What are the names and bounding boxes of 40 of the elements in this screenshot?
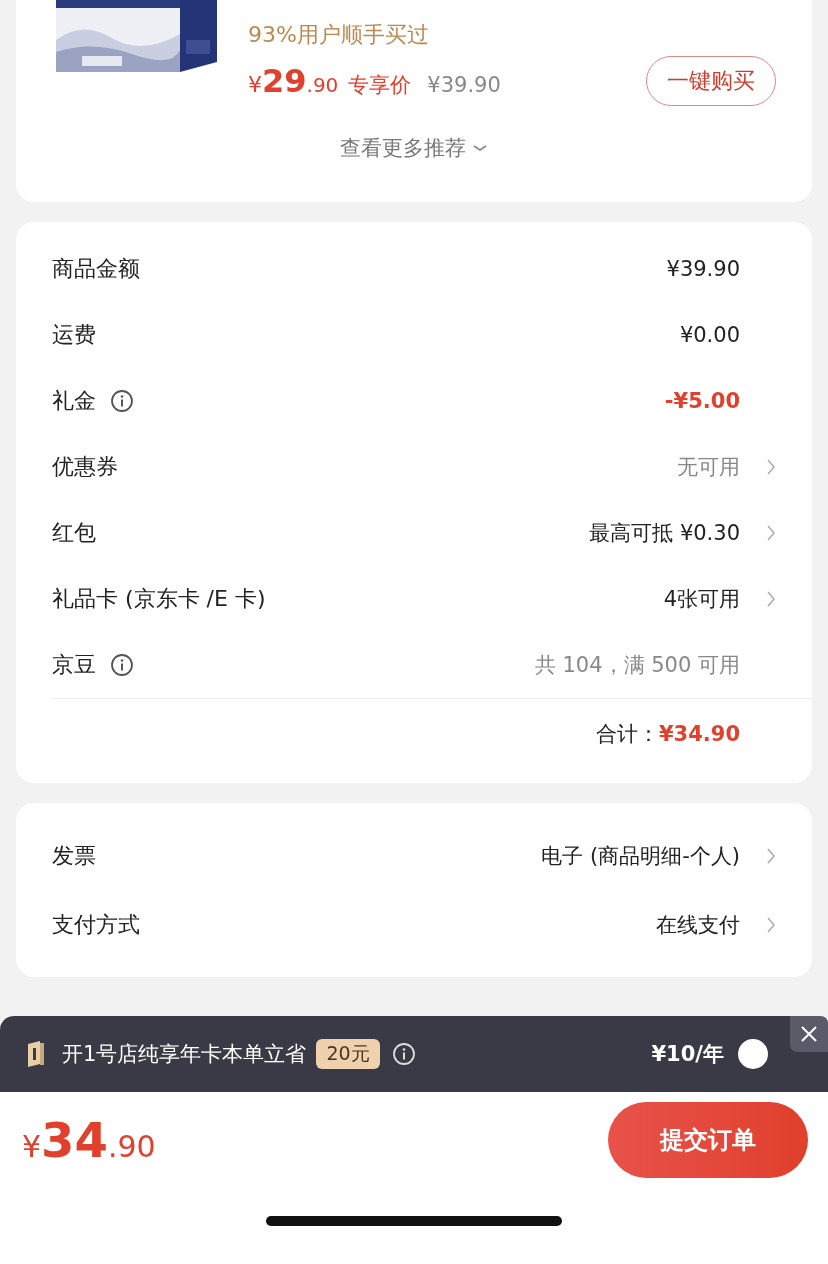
submit-order-button[interactable]: 提交订单 [608, 1102, 808, 1178]
row-label: 支付方式 [52, 910, 140, 939]
row-label: 发票 [52, 841, 96, 870]
row-label: 礼品卡 (京东卡 /E 卡) [52, 585, 266, 613]
membership-price: ¥10/年 [651, 1041, 724, 1068]
price: ¥29.90 [248, 62, 339, 100]
total-value: ¥34.90 [658, 722, 740, 746]
more-link[interactable]: 查看更多推荐 [340, 134, 466, 162]
chevron-right-icon[interactable] [766, 589, 776, 609]
row-value: 在线支付 [656, 911, 740, 939]
total-price: ¥34.90 [22, 1112, 156, 1168]
row-value: 无可用 [677, 454, 740, 481]
row-value: ¥39.90 [666, 257, 740, 281]
total-label: 合计： [595, 721, 659, 748]
buy-button[interactable]: 一键购买 [646, 56, 776, 106]
savings-badge: 20元 [316, 1039, 380, 1069]
row-label: 红包 [52, 519, 96, 547]
row-label: 运费 [52, 321, 96, 349]
price-label: 专享价 [348, 72, 412, 99]
row-value: 电子 (商品明细-个人) [541, 842, 740, 870]
row-value: ¥0.00 [679, 323, 740, 347]
row-label: 优惠券 [52, 453, 118, 481]
chevron-right-icon[interactable] [766, 523, 776, 543]
row-value: 最高可抵 ¥0.30 [589, 520, 740, 547]
row-value: 4张可用 [663, 586, 740, 613]
row-label: 礼金 [52, 387, 96, 415]
membership-text: 开1号店纯享年卡本单立省 [62, 1041, 307, 1068]
row-value: -¥5.00 [664, 389, 740, 413]
radio-button[interactable] [738, 1039, 768, 1069]
info-icon[interactable] [110, 653, 134, 677]
original-price: ¥39.90 [427, 73, 501, 97]
row-value: 共 104，满 500 可用 [534, 652, 740, 679]
row-label: 京豆 [52, 651, 96, 679]
chevron-down-icon[interactable] [472, 143, 488, 153]
row-label: 商品金额 [52, 255, 140, 283]
info-icon[interactable] [110, 389, 134, 413]
tagline: 93%用户顺手买过 [248, 21, 430, 49]
close-icon[interactable] [790, 1016, 828, 1052]
card-icon [26, 1040, 46, 1068]
chevron-right-icon[interactable] [766, 457, 776, 477]
